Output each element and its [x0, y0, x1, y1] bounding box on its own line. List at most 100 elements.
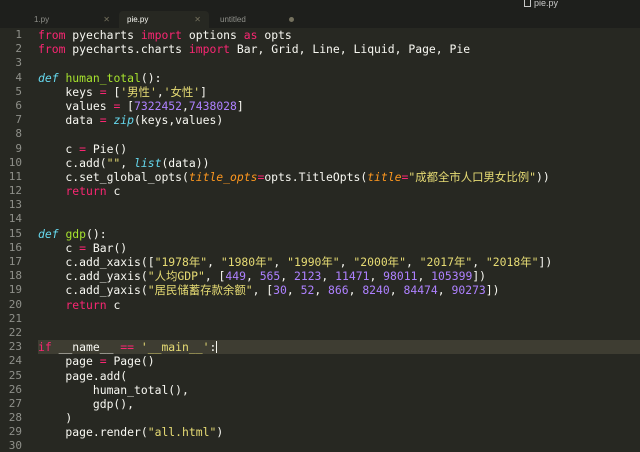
- file-icon: [523, 0, 531, 7]
- code-token: 7322452: [134, 98, 183, 113]
- line-number: 6: [15, 98, 22, 112]
- line-number: 4: [15, 70, 22, 84]
- code-token: title: [367, 169, 402, 184]
- line-number: 19: [8, 283, 22, 297]
- code-token: __name__: [51, 340, 121, 355]
- code-token: ): [216, 425, 224, 440]
- code-token: values: [38, 98, 114, 113]
- close-icon[interactable]: ✕: [194, 11, 201, 28]
- code-token: "2018年": [485, 255, 539, 269]
- code-token: (keys,values): [134, 113, 224, 128]
- code-token: from: [38, 42, 66, 57]
- code-token: opts.TitleOpts(: [264, 169, 368, 184]
- code-token: "成都全市人口男女比例": [408, 169, 536, 184]
- unsaved-dot-icon[interactable]: [289, 17, 294, 22]
- code-token: "2017年": [419, 255, 473, 269]
- code-area[interactable]: from pyecharts import options as opts fro…: [38, 28, 640, 452]
- code-token: 8240: [362, 283, 390, 298]
- code-token: def: [38, 226, 59, 241]
- line-number: 23: [8, 340, 22, 354]
- code-token: , [: [252, 283, 274, 298]
- code-token: ,: [273, 255, 288, 269]
- code-token: data: [38, 113, 100, 128]
- code-token: pyecharts: [65, 28, 141, 42]
- code-token: gdp: [65, 226, 87, 241]
- code-token: ,: [437, 283, 452, 298]
- line-number: 28: [8, 411, 22, 425]
- line-number: 21: [8, 311, 22, 325]
- tab-bar: 1.py ✕ pie.py ✕ untitled: [0, 9, 640, 28]
- code-token: =: [99, 84, 107, 99]
- line-number: 8: [15, 127, 22, 141]
- tab-label: pie.py: [127, 15, 149, 24]
- code-token: =: [79, 240, 87, 255]
- tab-label: untitled: [220, 15, 246, 24]
- code-line: from pyecharts import options as opts: [38, 28, 640, 42]
- code-token: list: [134, 155, 162, 170]
- code-token: ,: [339, 255, 354, 269]
- line-number: 20: [8, 297, 22, 311]
- code-token: c: [106, 184, 121, 199]
- line-number: 26: [8, 382, 22, 396]
- close-icon[interactable]: ✕: [103, 11, 110, 28]
- code-token: ,: [405, 255, 420, 269]
- line-number: 14: [8, 212, 22, 226]
- code-line: c.add_xaxis(["1978年", "1980年", "1990年", …: [38, 255, 640, 269]
- code-token: import: [188, 42, 231, 57]
- code-token: ,: [321, 269, 336, 284]
- line-number: 9: [15, 141, 22, 155]
- text-cursor: [216, 341, 218, 354]
- code-token: c.add(: [38, 155, 107, 170]
- code-token: pyecharts.charts: [65, 42, 189, 57]
- code-token: "1978年": [154, 255, 208, 269]
- code-token: 565: [259, 269, 281, 284]
- code-line: c = Pie(): [38, 142, 640, 156]
- code-token: 90273: [451, 283, 486, 298]
- code-token: options: [182, 28, 244, 42]
- line-number: 30: [8, 439, 22, 452]
- code-line: page.render("all.html"): [38, 425, 640, 439]
- code-token: Bar(): [86, 240, 128, 255]
- code-token: ]): [472, 269, 487, 284]
- code-token: c: [106, 297, 121, 312]
- code-token: c: [38, 141, 80, 156]
- tab-pie-py[interactable]: pie.py ✕: [119, 11, 209, 28]
- code-token: "1980年": [220, 255, 274, 269]
- code-line: c = Bar(): [38, 241, 640, 255]
- code-token: keys: [38, 84, 100, 99]
- code-line: ): [38, 411, 640, 425]
- line-number: 22: [8, 325, 22, 339]
- code-token: "": [106, 155, 121, 170]
- code-line: human_total(),: [38, 383, 640, 397]
- title-bar: pie.py: [0, 0, 640, 9]
- code-token: ,: [286, 283, 301, 298]
- tab-untitled[interactable]: untitled: [212, 11, 304, 28]
- line-number: 15: [8, 226, 22, 240]
- line-number: 27: [8, 396, 22, 410]
- code-line: def human_total():: [38, 71, 640, 85]
- code-token: '__main__': [140, 340, 210, 355]
- code-token: ]): [485, 283, 500, 298]
- line-number: 12: [8, 184, 22, 198]
- tab-1-py[interactable]: 1.py ✕: [26, 11, 118, 28]
- code-line: values = [7322452,7438028]: [38, 99, 640, 113]
- line-number: 25: [8, 368, 22, 382]
- code-line: data = zip(keys,values): [38, 113, 640, 127]
- code-token: =: [99, 113, 107, 128]
- line-number: 7: [15, 113, 22, 127]
- editor-window: pie.py 1.py ✕ pie.py ✕ untitled 12345678…: [0, 0, 640, 452]
- code-token: ,: [369, 269, 384, 284]
- code-token: 449: [225, 269, 246, 284]
- code-token: page.add(: [38, 368, 128, 383]
- code-token: 98011: [383, 269, 418, 284]
- line-number: 17: [8, 255, 22, 268]
- code-token: 866: [328, 283, 349, 298]
- code-token: ():: [86, 226, 107, 241]
- code-token: c.add_xaxis([: [38, 255, 155, 269]
- line-number: 16: [8, 240, 22, 254]
